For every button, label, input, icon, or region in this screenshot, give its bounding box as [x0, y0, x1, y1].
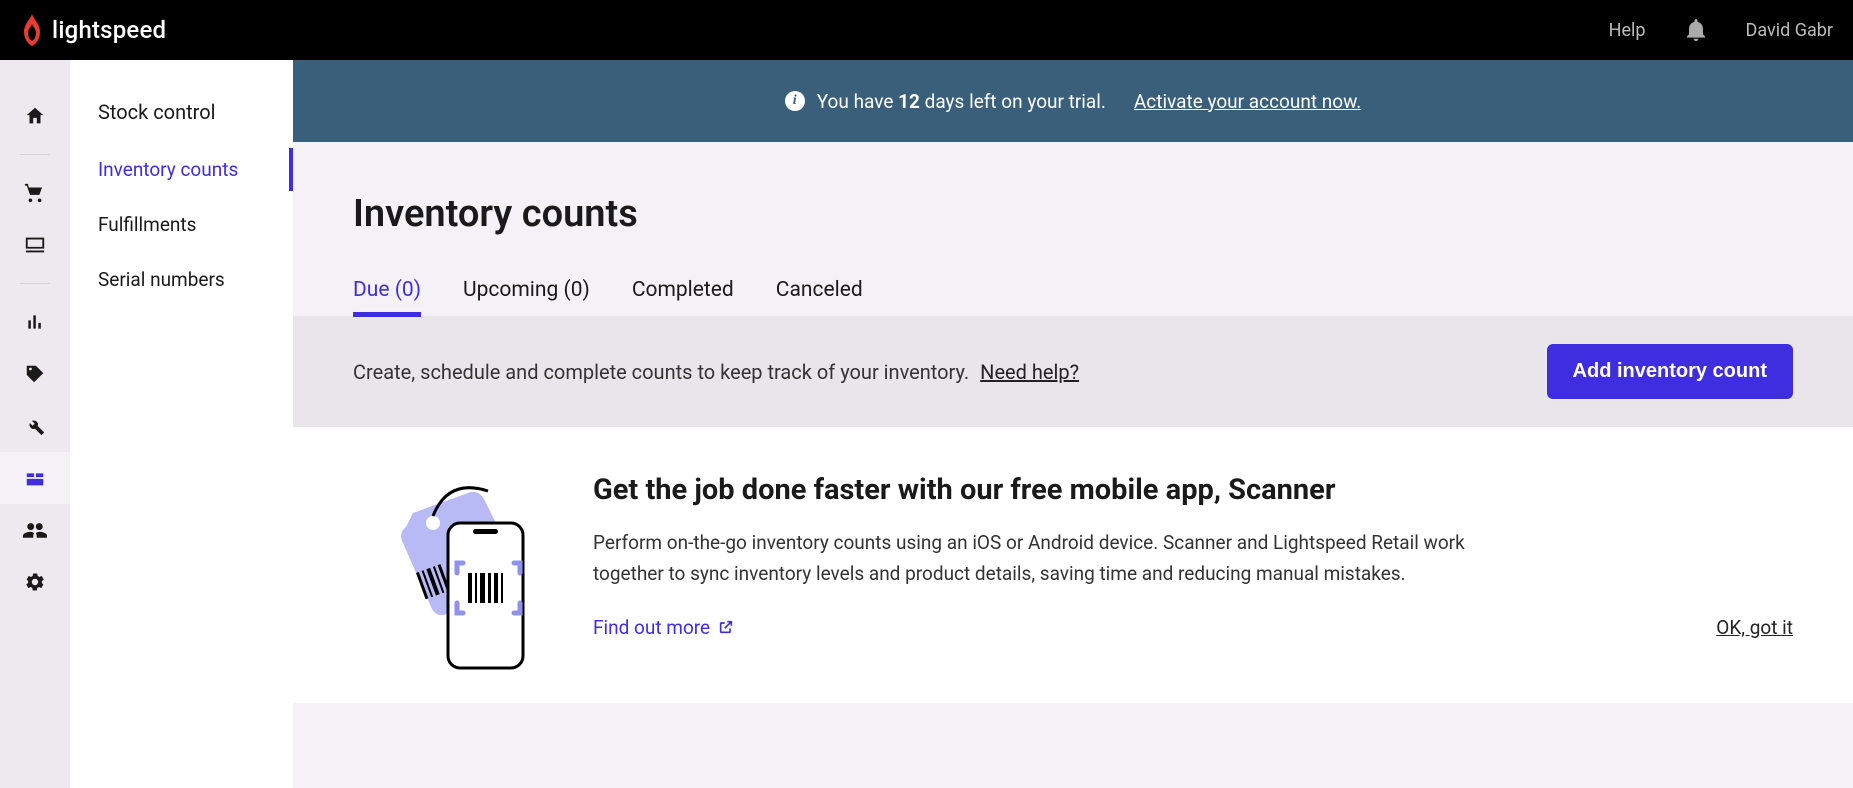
notifications-bell-icon[interactable] — [1686, 19, 1706, 41]
promo-title: Get the job done faster with our free mo… — [593, 473, 1793, 507]
trial-message: You have 12 days left on your trial. — [817, 90, 1106, 113]
promo-description: Perform on-the-go inventory counts using… — [593, 527, 1493, 590]
nav-cart-icon[interactable] — [0, 167, 70, 219]
trial-banner: i You have 12 days left on your trial. A… — [293, 60, 1853, 142]
subnav-item-inventory-counts[interactable]: Inventory counts — [70, 142, 293, 197]
action-bar: Create, schedule and complete counts to … — [293, 316, 1853, 427]
secondary-sidebar: Stock control Inventory counts Fulfillme… — [70, 60, 293, 788]
page-title: Inventory counts — [353, 192, 1793, 236]
tab-canceled[interactable]: Canceled — [776, 278, 863, 316]
top-header: lightspeed Help David Gabr — [0, 0, 1853, 60]
nav-home-icon[interactable] — [0, 90, 70, 142]
need-help-link[interactable]: Need help? — [980, 360, 1079, 384]
activate-account-link[interactable]: Activate your account now. — [1134, 90, 1361, 113]
nav-register-icon[interactable] — [0, 219, 70, 271]
user-menu[interactable]: David Gabr — [1746, 20, 1833, 41]
scanner-illustration — [353, 473, 533, 673]
main-content: i You have 12 days left on your trial. A… — [293, 60, 1853, 788]
tab-completed[interactable]: Completed — [632, 278, 734, 316]
subnav-item-fulfillments[interactable]: Fulfillments — [70, 197, 293, 252]
tab-upcoming[interactable]: Upcoming (0) — [463, 278, 590, 316]
add-inventory-count-button[interactable]: Add inventory count — [1547, 344, 1793, 399]
flame-icon — [20, 14, 44, 46]
brand-logo[interactable]: lightspeed — [20, 14, 166, 46]
primary-icon-sidebar — [0, 60, 70, 788]
tabs: Due (0) Upcoming (0) Completed Canceled — [293, 278, 1853, 316]
find-out-more-link[interactable]: Find out more — [593, 616, 734, 639]
info-icon: i — [785, 91, 805, 111]
external-link-icon — [718, 619, 734, 635]
action-description: Create, schedule and complete counts to … — [353, 360, 1079, 384]
nav-tags-icon[interactable] — [0, 348, 70, 400]
help-link[interactable]: Help — [1609, 20, 1646, 41]
scanner-promo: Get the job done faster with our free mo… — [293, 427, 1853, 703]
subnav-heading: Stock control — [70, 90, 293, 142]
nav-reports-icon[interactable] — [0, 296, 70, 348]
nav-inventory-icon[interactable] — [0, 452, 70, 504]
nav-people-icon[interactable] — [0, 504, 70, 556]
nav-settings-icon[interactable] — [0, 556, 70, 608]
brand-text: lightspeed — [52, 16, 166, 44]
ok-got-it-link[interactable]: OK, got it — [1716, 616, 1793, 639]
tab-due[interactable]: Due (0) — [353, 278, 421, 316]
subnav-item-serial-numbers[interactable]: Serial numbers — [70, 252, 293, 307]
nav-tools-icon[interactable] — [0, 400, 70, 452]
